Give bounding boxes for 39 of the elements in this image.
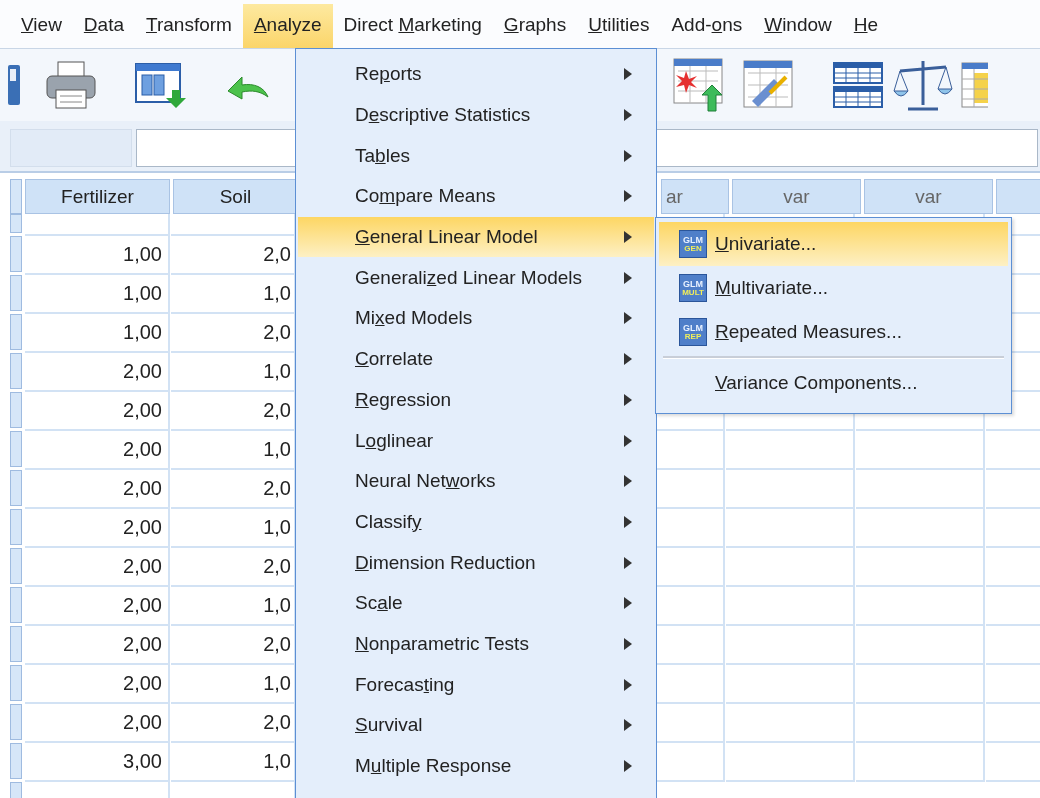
table-cell: 2,00	[25, 392, 170, 431]
table-cell: 2,00	[25, 509, 170, 548]
menu-item-label: Classify	[355, 510, 423, 533]
table-cell: 2,00	[25, 587, 170, 626]
glm-icon: GLM GEN	[679, 230, 707, 258]
menu-item-label: Forecasting	[355, 673, 456, 696]
menu-item-label: Multiple Response	[355, 755, 513, 778]
menu-item-label: Mixed Models	[355, 307, 474, 330]
menu-item-label: Reports	[355, 63, 423, 86]
menu-item-label: Loglinear	[355, 429, 435, 452]
menu-item-label: Dimension Reduction	[355, 551, 537, 574]
table-cell: 2,00	[25, 548, 170, 587]
menu-item-label: Tables	[355, 144, 411, 167]
menu-item-label: Multivariate...	[715, 277, 829, 299]
table-cell: 1,00	[25, 275, 170, 314]
menu-item-label: Neural Networks	[355, 470, 497, 493]
menu-item-label: Correlate	[355, 348, 435, 371]
table-cell: 1,00	[25, 314, 170, 353]
table-cell: 2,00	[25, 704, 170, 743]
menu-item-label: Compare Means	[355, 185, 497, 208]
table-cell: 2,00	[25, 353, 170, 392]
glm-icon: GLM MULT	[679, 274, 707, 302]
table-cell: 1,00	[25, 236, 170, 275]
table-cell: 3,00	[25, 743, 170, 782]
table-cell: 2,00	[25, 626, 170, 665]
menu-item-label: Regression	[355, 388, 453, 411]
menu-item-label: General Linear Model	[355, 226, 539, 249]
menu-item-label: Descriptive Statistics	[355, 104, 532, 127]
menu-item-label: Survival	[355, 714, 424, 737]
table-cell: 2,00	[25, 665, 170, 704]
menu-item-label: Scale	[355, 592, 404, 615]
table-cell: 2,00	[25, 431, 170, 470]
menu-item-label: Nonparametric Tests	[355, 632, 530, 655]
table-cell: 2,00	[25, 470, 170, 509]
menu-item-label: Univariate...	[715, 233, 818, 255]
menu-item-label: Generalized Linear Models	[355, 266, 584, 289]
menu-item-label: Variance Components...	[715, 372, 919, 394]
menu-item-label: Repeated Measures...	[715, 321, 903, 343]
glm-icon: GLM REP	[679, 318, 707, 346]
